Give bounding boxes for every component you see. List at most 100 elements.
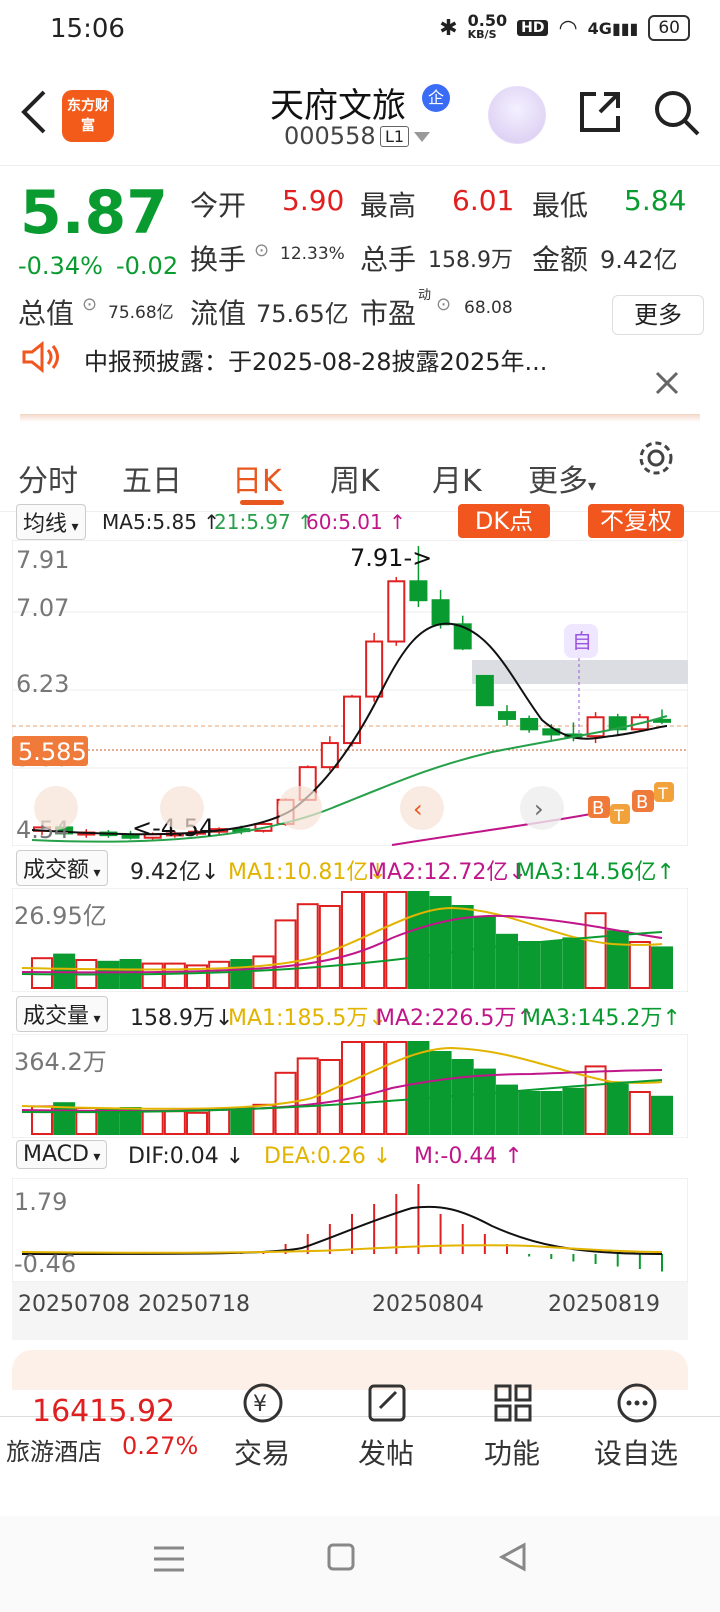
amount-ma3: MA3:14.56亿↑ [516, 860, 675, 885]
macd-chart[interactable]: 1.79 -0.46 [12, 1178, 688, 1282]
promo-peek [12, 1350, 688, 1390]
float-value: 75.65亿 [256, 300, 349, 328]
amtbars-bar [163, 962, 186, 989]
bluetooth-icon: ✱ [439, 15, 458, 41]
open-label: 今开 [190, 189, 247, 222]
y-2: 7.07 [16, 594, 69, 622]
status-bar: 15:06 ✱ 0.50 KB/S HD ◠ 4G▮▮▮ 60 [0, 0, 720, 66]
volbars-bar [97, 1108, 120, 1135]
mktcap-label: 总值 [18, 297, 75, 330]
back-nav-icon[interactable] [498, 1542, 528, 1572]
open-value: 5.90 [282, 184, 345, 217]
date-2: 20250718 [138, 1292, 250, 1317]
kline-chart[interactable]: 7.91 7.07 6.23 5.38 4.54 5.585 7.91-> <-… [12, 540, 688, 846]
info-icon[interactable]: ⊙ [254, 240, 269, 261]
notice-peek [20, 414, 700, 422]
indicator-select[interactable]: 均线 ▾ [16, 504, 86, 540]
volbars-bar [562, 1087, 585, 1135]
amount-chart[interactable]: 26.95亿 [12, 888, 688, 992]
more-dots-icon[interactable] [614, 1380, 660, 1426]
amount-value: 9.42亿 [600, 246, 678, 274]
svg-text:自: 自 [572, 629, 592, 653]
tab-monthly-k[interactable]: 月K [432, 456, 482, 500]
amount-today: 9.42亿↓ [130, 860, 220, 885]
chevron-down-icon[interactable] [414, 132, 430, 144]
y-3: 6.23 [16, 670, 69, 698]
amtbars-bar [363, 891, 386, 989]
high-value: 6.01 [452, 184, 515, 217]
volume-label: 总手 [360, 243, 417, 276]
info-icon[interactable]: ⊙ [436, 294, 451, 315]
zoom-out-icon[interactable] [160, 786, 204, 830]
date-3: 20250804 [372, 1292, 484, 1317]
post-button[interactable]: 发帖 [358, 1432, 414, 1472]
function-button[interactable]: 功能 [484, 1432, 540, 1472]
tab-intraday[interactable]: 分时 [18, 456, 78, 500]
stock-code: 000558 [284, 122, 376, 150]
system-nav [0, 1516, 720, 1612]
ma60-value: 60:5.01 ↑ [306, 510, 406, 534]
assistant-avatar[interactable] [488, 86, 546, 144]
menu-icon[interactable] [152, 1544, 186, 1574]
amtbars-bar [473, 915, 496, 989]
y-max: 7.91 [16, 546, 69, 574]
more-button[interactable]: 更多 [612, 295, 704, 335]
mktcap-value: 75.68亿 [108, 303, 174, 323]
amount-ma2: MA2:12.72亿↓ [368, 860, 527, 885]
notice-text[interactable]: 中报预披露：于2025-08-28披露2025年... [84, 342, 547, 377]
date-4: 20250819 [548, 1292, 660, 1317]
app-logo[interactable]: 东方财富 [62, 90, 114, 142]
sector-change: 0.27% [122, 1432, 199, 1460]
svg-text:B: B [636, 792, 648, 813]
watchlist-button[interactable]: 设自选 [594, 1432, 678, 1472]
macd-select[interactable]: MACD ▾ [16, 1140, 108, 1169]
sector-name[interactable]: 旅游酒店 [6, 1432, 102, 1467]
tab-indicator [240, 500, 284, 505]
volbars-bar [141, 1110, 164, 1135]
volbars-bar [518, 1091, 541, 1135]
volbars-bar [651, 1095, 673, 1135]
tab-daily-k[interactable]: 日K [232, 456, 282, 500]
volume-chart[interactable]: 364.2万 [12, 1034, 688, 1138]
amtbars-bar [296, 903, 319, 990]
gear-icon[interactable] [636, 438, 676, 478]
amtbars-bar [651, 946, 673, 989]
amount-select[interactable]: 成交额 ▾ [16, 850, 108, 886]
tab-weekly-k[interactable]: 周K [330, 456, 380, 500]
share-icon[interactable] [576, 88, 624, 136]
stock-name: 天府文旅 [270, 86, 406, 126]
trade-icon[interactable]: ¥ [240, 1380, 286, 1426]
info-icon[interactable]: ⊙ [82, 294, 97, 315]
volume-select[interactable]: 成交量 ▾ [16, 996, 108, 1032]
level-badge[interactable]: L1 [380, 126, 410, 147]
amtbars-bar [141, 962, 164, 989]
pe-sup: 动 [418, 288, 432, 303]
volbars-bar [341, 1041, 363, 1135]
trade-button[interactable]: 交易 [234, 1432, 290, 1472]
function-icon[interactable] [490, 1380, 536, 1426]
index-value[interactable]: 16415.92 [32, 1394, 175, 1429]
home-icon[interactable] [326, 1542, 356, 1572]
tab-more[interactable]: 更多▾ [528, 456, 596, 500]
macd-axis-bottom: -0.46 [14, 1250, 76, 1278]
close-icon[interactable] [654, 370, 680, 396]
candle [343, 695, 361, 745]
high-label: 最高 [360, 189, 417, 222]
zoom-in-icon[interactable] [278, 786, 322, 830]
dk-point-button[interactable]: DK点 [458, 504, 550, 538]
rewind-icon[interactable] [34, 786, 78, 830]
volume-axis: 364.2万 [14, 1048, 107, 1076]
adjust-button[interactable]: 不复权 [588, 504, 684, 538]
post-icon[interactable] [364, 1380, 410, 1426]
macd-dif: DIF:0.04 ↓ [128, 1144, 245, 1169]
back-icon[interactable] [16, 88, 50, 136]
wifi-icon: ◠ [558, 15, 578, 41]
candle [365, 640, 384, 698]
search-icon[interactable] [652, 88, 702, 138]
tab-five-day[interactable]: 五日 [122, 456, 182, 500]
low-value: 5.84 [624, 184, 687, 217]
candle [320, 742, 339, 769]
svg-text:¥: ¥ [253, 1392, 267, 1417]
volume-today: 158.9万↓ [130, 1006, 234, 1031]
high-marker: 7.91-> [350, 544, 432, 572]
